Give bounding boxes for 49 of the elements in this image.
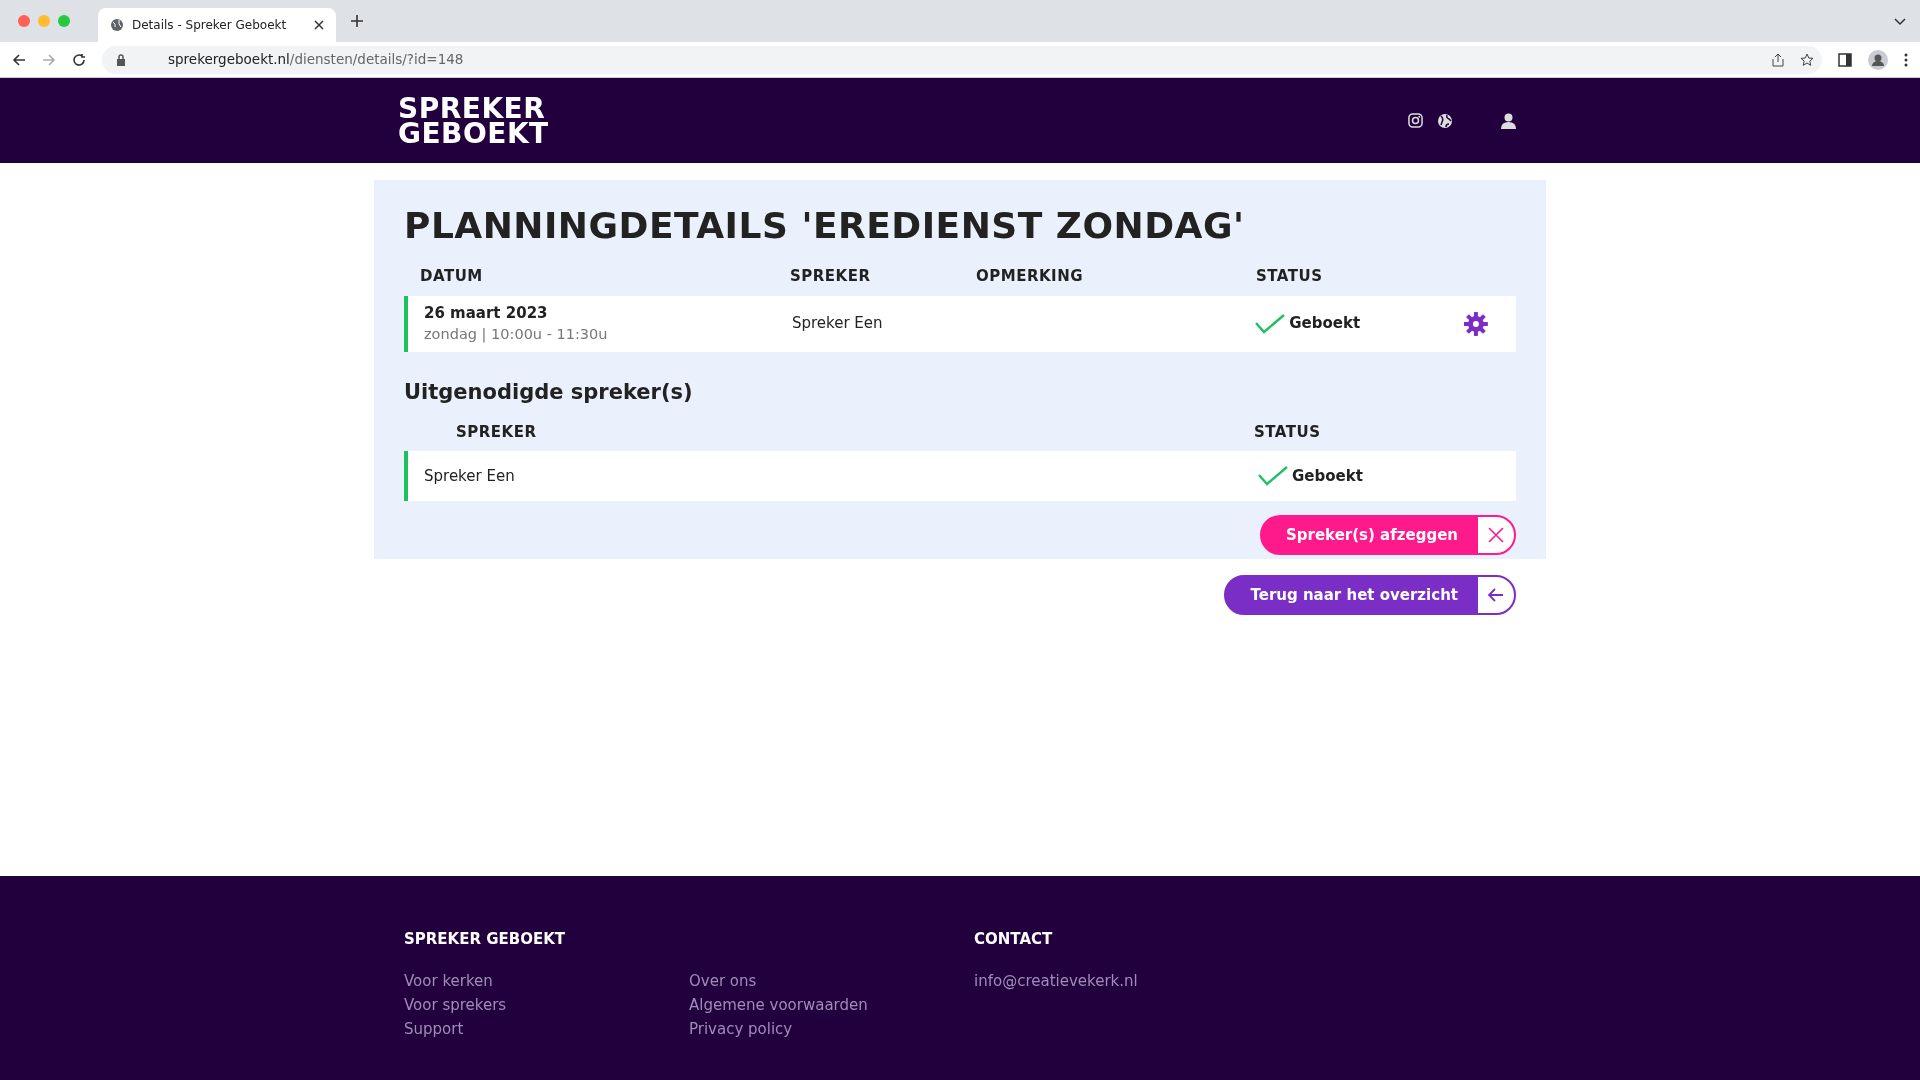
column-header: SPREKER (455, 421, 538, 443)
logo[interactable]: SPREKER GEBOEKT (398, 95, 549, 146)
section-heading: Uitgenodigde spreker(s) (404, 379, 694, 405)
profile-icon[interactable] (1868, 49, 1888, 70)
lock-icon (116, 53, 126, 66)
gear-icon[interactable] (1464, 311, 1488, 336)
page-title: PLANNINGDETAILS 'EREDIENST ZONDAG' (404, 204, 1246, 248)
time-text: zondag | 10:00u - 11:30u (424, 325, 609, 345)
speaker-name: Spreker Een (424, 466, 516, 488)
url-text: sprekergeboekt.nl/diensten/details/?id=148 (168, 50, 464, 70)
share-icon[interactable] (1772, 52, 1784, 67)
footer-link[interactable]: Support (404, 1016, 464, 1041)
status-text: Geboekt (1289, 313, 1361, 335)
close-icon (1488, 527, 1504, 544)
user-icon[interactable] (1501, 112, 1516, 129)
footer-heading: CONTACT (974, 929, 1054, 950)
footer-link[interactable]: Over ons (689, 968, 757, 993)
footer-link[interactable]: info@creatievekerk.nl (974, 968, 1138, 993)
reload-icon[interactable] (72, 52, 86, 67)
menu-icon[interactable] (1904, 52, 1908, 67)
column-header: SPREKER (790, 266, 872, 288)
date-text: 26 maart 2023 (424, 302, 549, 324)
back-to-overview-button[interactable]: Terug naar het overzicht (1224, 575, 1516, 616)
speaker-name: Spreker Een (791, 313, 884, 335)
column-header: DATUM (420, 266, 484, 288)
new-tab-icon[interactable] (350, 14, 364, 28)
close-tab-icon[interactable] (314, 20, 324, 30)
status-text: Geboekt (1292, 466, 1363, 488)
column-header: STATUS (1256, 266, 1323, 288)
footer-heading: SPREKER GEBOEKT (404, 929, 567, 950)
back-icon[interactable] (12, 52, 26, 67)
star-icon[interactable] (1800, 52, 1814, 67)
footer-link[interactable]: Voor kerken (404, 968, 493, 993)
footer-link[interactable]: Algemene voorwaarden (689, 992, 868, 1017)
footer-link[interactable]: Voor sprekers (404, 992, 507, 1017)
arrow-left-icon (1488, 588, 1504, 603)
check-icon (1258, 466, 1288, 487)
check-icon (1255, 313, 1286, 334)
globe-icon[interactable] (1437, 112, 1453, 129)
globe-icon (110, 18, 124, 32)
chevron-down-icon[interactable] (1894, 18, 1906, 26)
column-header: STATUS (1254, 421, 1321, 443)
column-header: OPMERKING (976, 266, 1085, 288)
address-bar[interactable]: sprekergeboekt.nl/diensten/details/?id=148 (102, 45, 1822, 74)
browser-tab[interactable]: Details - Spreker Geboekt (98, 8, 336, 42)
instagram-icon[interactable] (1408, 113, 1423, 128)
sidebar-icon[interactable] (1838, 52, 1852, 67)
footer-link[interactable]: Privacy policy (689, 1016, 793, 1041)
cancel-speakers-button[interactable]: Spreker(s) afzeggen (1260, 515, 1516, 556)
